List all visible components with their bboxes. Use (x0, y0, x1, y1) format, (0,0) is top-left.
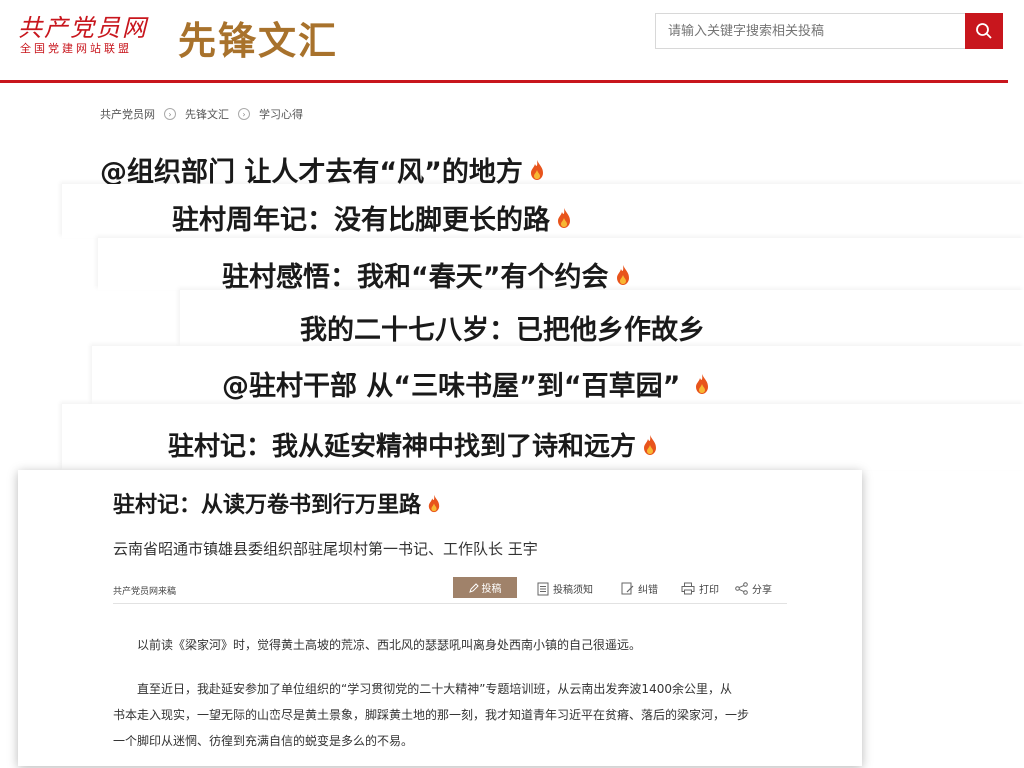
headline-item[interactable]: 驻村记：我从延安精神中找到了诗和远方 (168, 426, 658, 463)
headline-text: 驻村感悟：我和“春天”有个约会 (222, 262, 609, 293)
search-input[interactable] (655, 13, 965, 49)
article-title-text: 驻村记：从读万卷书到行万里路 (113, 493, 422, 518)
document-icon (537, 582, 549, 595)
print-label: 打印 (699, 585, 719, 596)
search-icon (976, 23, 992, 39)
hot-flame-icon (644, 434, 657, 455)
article-paragraph: 以前读《梁家河》时，觉得黄土高坡的荒凉、西北风的瑟瑟吼叫离身处西南小镇的自己很遥… (137, 638, 642, 652)
headline-item[interactable]: 驻村周年记：没有比脚更长的路 (172, 198, 572, 237)
header-divider (0, 80, 1008, 83)
printer-icon (681, 582, 695, 595)
hot-flame-icon (530, 159, 543, 180)
section-title[interactable]: 先锋文汇 (178, 10, 338, 65)
article-card: 驻村记：从读万卷书到行万里路 云南省昭通市镇雄县委组织部驻尾坝村第一书记、工作队… (18, 470, 862, 766)
breadcrumb: 共产党员网 › 先锋文汇 › 学习心得 (100, 106, 303, 122)
share-icon (735, 582, 748, 595)
headline-item[interactable]: 驻村感悟：我和“春天”有个约会 (222, 255, 631, 294)
submit-button[interactable]: 投稿 (453, 577, 517, 598)
search-button[interactable] (965, 13, 1003, 49)
share-link[interactable]: 分享 (735, 581, 772, 596)
headline-text: 驻村周年记：没有比脚更长的路 (172, 205, 550, 236)
correction-link[interactable]: 纠错 (621, 581, 658, 596)
hot-flame-icon (696, 373, 709, 394)
site-logo-subtitle: 全国党建网站联盟 (20, 42, 132, 55)
headline-text: 我的二十七八岁：已把他乡作故乡 (300, 315, 705, 346)
chevron-right-icon: › (238, 108, 250, 120)
correction-label: 纠错 (638, 585, 658, 596)
hot-flame-icon (428, 494, 440, 512)
article-title: 驻村记：从读万卷书到行万里路 (113, 487, 441, 519)
breadcrumb-section[interactable]: 先锋文汇 (185, 106, 229, 122)
breadcrumb-category[interactable]: 学习心得 (259, 106, 303, 122)
print-link[interactable]: 打印 (681, 581, 719, 596)
headline-text: @驻村干部 从“三味书屋”到“百草园” (222, 371, 681, 402)
headline-text: 驻村记：我从延安精神中找到了诗和远方 (168, 432, 637, 462)
chevron-right-icon: › (164, 108, 176, 120)
site-header: 共产党员网 全国党建网站联盟 先锋文汇 (0, 0, 1024, 84)
submission-notice-label: 投稿须知 (553, 585, 593, 596)
article-paragraph: 书本走入现实，一望无际的山峦尽是黄土景象，脚踩黄土地的那一刻，我才知道青年习近平… (113, 708, 750, 722)
article-meta-bar: 共产党员网来稿 投稿 投稿须知 纠错 打印 分享 (113, 576, 787, 604)
article-paragraph: 一个脚印从迷惘、彷徨到充满自信的蜕变是多么的不易。 (113, 734, 414, 748)
article-author: 云南省昭通市镇雄县委组织部驻尾坝村第一书记、工作队长 王宇 (113, 540, 538, 558)
submit-label: 投稿 (481, 584, 502, 595)
edit-note-icon (621, 582, 634, 595)
article-source: 共产党员网来稿 (113, 587, 177, 597)
headline-item[interactable]: @驻村干部 从“三味书屋”到“百草园” (222, 364, 710, 403)
share-label: 分享 (752, 585, 772, 596)
pencil-icon (468, 582, 479, 593)
article-paragraph: 直至近日，我赴延安参加了单位组织的“学习贯彻党的二十大精神”专题培训班，从云南出… (137, 682, 732, 696)
hot-flame-icon (558, 207, 570, 228)
breadcrumb-home[interactable]: 共产党员网 (100, 106, 155, 122)
site-logo[interactable]: 共产党员网 (18, 8, 148, 43)
headline-item[interactable]: 我的二十七八岁：已把他乡作故乡 (300, 308, 705, 347)
submission-notice-link[interactable]: 投稿须知 (537, 581, 593, 596)
hot-flame-icon (616, 264, 629, 285)
